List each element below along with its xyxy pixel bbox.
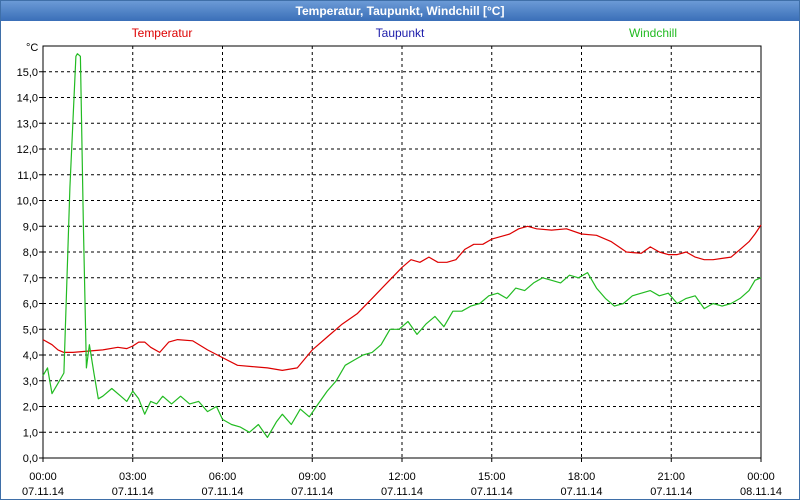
x-tick-date-label: 08.11.14: [740, 486, 782, 498]
y-tick-label: 5,0: [23, 324, 38, 336]
y-tick-label: 1,0: [23, 427, 38, 439]
legend-taupunkt: Taupunkt: [376, 26, 425, 40]
x-tick-time-label: 00:00: [29, 471, 57, 483]
x-tick-date-label: 07.11.14: [381, 486, 423, 498]
x-tick-time-label: 12:00: [388, 471, 416, 483]
y-tick-label: 11,0: [17, 170, 38, 182]
x-tick-time-label: 09:00: [298, 471, 326, 483]
x-tick-time-label: 03:00: [119, 471, 147, 483]
x-tick-date-label: 07.11.14: [112, 486, 154, 498]
y-tick-label: 14,0: [17, 93, 38, 105]
y-tick-label: 15,0: [17, 67, 38, 79]
y-tick-label: 12,0: [17, 144, 38, 156]
y-tick-label: 7,0: [23, 273, 38, 285]
x-tick-time-label: 18:00: [568, 471, 596, 483]
y-tick-label: 9,0: [23, 221, 38, 233]
line-chart: 0,0 1,0 2,0 3,0 4,0 5,0 6,0 7,0 8,0 9,0 10,0 11,0 12…: [17, 26, 782, 498]
y-tick-label: 4,0: [23, 350, 38, 362]
y-tick-label: 8,0: [23, 247, 38, 259]
x-tick-time-label: 00:00: [747, 471, 775, 483]
legend-temperatur: Temperatur: [132, 26, 193, 40]
x-tick-date-label: 07.11.14: [560, 486, 602, 498]
y-tick-label: 13,0: [17, 118, 38, 130]
y-tick-label: 3,0: [23, 376, 38, 388]
x-tick-date-label: 07.11.14: [650, 486, 692, 498]
y-tick-label: 10,0: [17, 196, 38, 208]
x-tick-date-label: 07.11.14: [22, 486, 64, 498]
legend-windchill: Windchill: [629, 26, 677, 40]
x-tick-date-label: 07.11.14: [291, 486, 333, 498]
x-tick-time-label: 06:00: [209, 471, 237, 483]
x-tick-date-label: 07.11.14: [201, 486, 243, 498]
y-tick-label: 0,0: [23, 453, 38, 465]
x-tick-time-label: 21:00: [657, 471, 685, 483]
x-tick-time-label: 15:00: [478, 471, 506, 483]
x-tick-date-label: 07.11.14: [471, 486, 513, 498]
y-tick-label: 2,0: [23, 402, 38, 414]
y-axis-label: °C: [26, 42, 38, 54]
y-tick-label: 6,0: [23, 299, 38, 311]
chart-window: Temperatur, Taupunkt, Windchill [°C] 0,0…: [0, 0, 800, 500]
